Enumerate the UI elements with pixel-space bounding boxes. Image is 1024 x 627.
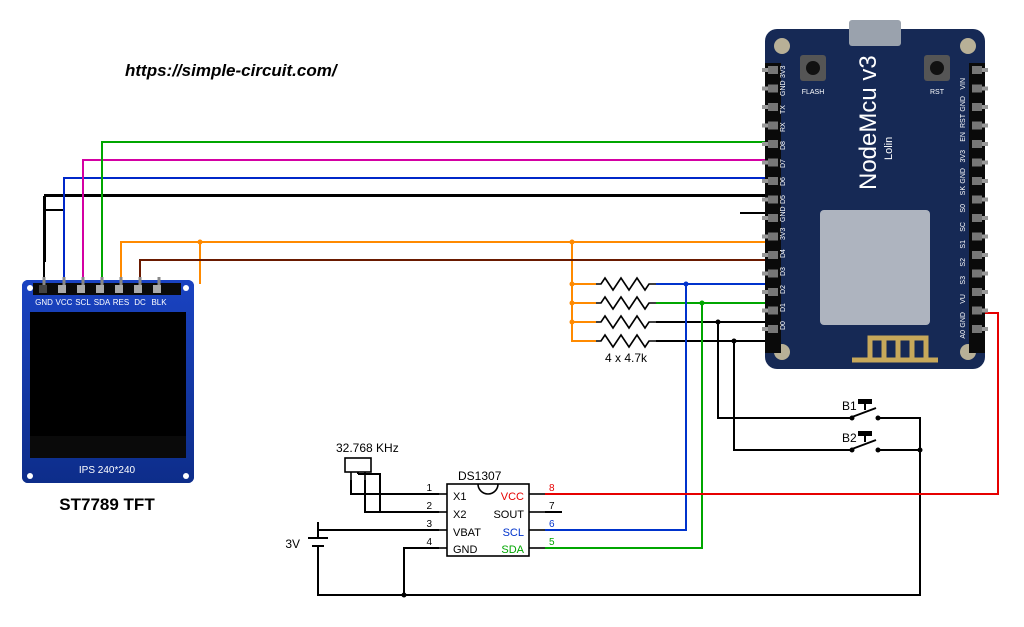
svg-text:D0: D0 <box>780 321 787 330</box>
svg-text:EN: EN <box>960 132 967 142</box>
svg-text:8: 8 <box>549 483 555 494</box>
svg-text:B2: B2 <box>842 431 857 445</box>
svg-text:GND: GND <box>780 80 787 96</box>
svg-text:GND: GND <box>960 312 967 328</box>
svg-text:S3: S3 <box>960 276 967 285</box>
svg-text:A0: A0 <box>960 330 967 339</box>
tft-label: ST7789 TFT <box>59 495 155 514</box>
svg-text:SCL: SCL <box>503 527 524 539</box>
svg-text:SCL: SCL <box>75 298 91 307</box>
svg-text:Lolin: Lolin <box>883 137 895 160</box>
svg-text:SDA: SDA <box>94 298 111 307</box>
svg-text:VIN: VIN <box>960 78 967 90</box>
circuit-diagram: https://simple-circuit.com/ <box>0 0 1024 627</box>
svg-text:B1: B1 <box>842 399 857 413</box>
battery-symbol <box>308 530 332 558</box>
svg-text:5: 5 <box>549 537 555 548</box>
svg-text:IPS 240*240: IPS 240*240 <box>79 465 136 476</box>
svg-text:SDA: SDA <box>501 544 524 556</box>
svg-text:D5: D5 <box>780 195 787 204</box>
svg-text:1: 1 <box>426 483 432 494</box>
svg-text:D4: D4 <box>780 249 787 258</box>
svg-text:VBAT: VBAT <box>453 527 481 539</box>
battery-label: 3V <box>285 537 300 551</box>
svg-text:GND: GND <box>960 96 967 112</box>
button-b2: B2 <box>830 431 895 453</box>
svg-text:X1: X1 <box>453 491 466 503</box>
svg-text:3V3: 3V3 <box>780 65 787 78</box>
svg-text:3V3: 3V3 <box>960 150 967 163</box>
svg-text:RX: RX <box>780 122 787 132</box>
svg-text:NodeMcu v3: NodeMcu v3 <box>855 55 882 190</box>
svg-text:D3: D3 <box>780 267 787 276</box>
svg-text:6: 6 <box>549 519 555 530</box>
svg-text:32.768 KHz: 32.768 KHz <box>336 441 399 455</box>
svg-text:D6: D6 <box>780 177 787 186</box>
svg-text:D8: D8 <box>780 141 787 150</box>
svg-text:RST: RST <box>960 113 967 128</box>
svg-text:GND: GND <box>453 544 478 556</box>
source-url: https://simple-circuit.com/ <box>125 61 339 80</box>
svg-text:D2: D2 <box>780 285 787 294</box>
svg-text:VU: VU <box>960 294 967 304</box>
svg-text:7: 7 <box>549 501 555 512</box>
wire-tft-gnd <box>45 210 65 262</box>
svg-text:4: 4 <box>426 537 432 548</box>
svg-text:FLASH: FLASH <box>802 89 825 96</box>
button-b1: B1 <box>830 399 895 421</box>
svg-text:TX: TX <box>780 105 787 114</box>
svg-text:RST: RST <box>930 89 945 96</box>
svg-text:2: 2 <box>426 501 432 512</box>
svg-text:S2: S2 <box>960 258 967 267</box>
svg-text:RES: RES <box>113 298 129 307</box>
svg-text:GND: GND <box>780 206 787 222</box>
svg-text:X2: X2 <box>453 509 466 521</box>
svg-text:GND: GND <box>35 298 53 307</box>
svg-text:DS1307: DS1307 <box>458 469 502 483</box>
svg-text:D7: D7 <box>780 159 787 168</box>
nodemcu: FLASH RST NodeMcu v3 Lolin 3V3 GND TX RX <box>765 20 985 369</box>
crystal: 32.768 KHz <box>336 441 399 512</box>
svg-text:D1: D1 <box>780 303 787 312</box>
svg-text:BLK: BLK <box>151 298 167 307</box>
svg-text:S0: S0 <box>960 204 967 213</box>
svg-text:3: 3 <box>426 519 432 530</box>
svg-text:DC: DC <box>134 298 146 307</box>
resistor-label: 4 x 4.7k <box>605 351 648 365</box>
svg-text:3V3: 3V3 <box>780 227 787 240</box>
svg-text:SOUT: SOUT <box>493 509 524 521</box>
svg-text:VCC: VCC <box>501 491 524 503</box>
svg-text:GND: GND <box>960 168 967 184</box>
svg-text:S1: S1 <box>960 240 967 249</box>
svg-text:SK: SK <box>960 186 967 196</box>
resistor-bank <box>596 278 656 347</box>
ds1307-ic: DS1307 X1 X2 VBAT GND VCC SOUT SCL SDA 1… <box>426 469 555 556</box>
svg-text:SC: SC <box>960 222 967 232</box>
tft-module: GND VCC SCL SDA RES DC BLK IPS 240*240 <box>22 277 194 483</box>
svg-text:VCC: VCC <box>56 298 73 307</box>
